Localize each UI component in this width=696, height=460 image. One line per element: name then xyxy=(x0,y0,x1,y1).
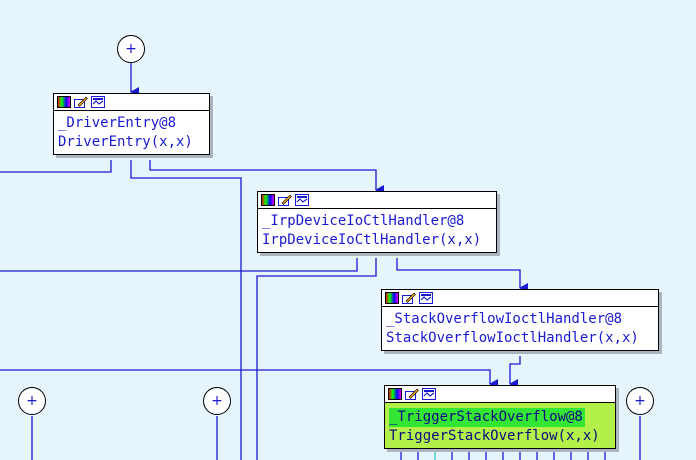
graph-view-icon[interactable] xyxy=(295,194,309,206)
edge-driverentry-irp xyxy=(149,160,384,195)
node-header xyxy=(385,386,615,403)
expand-node-button-left[interactable]: + xyxy=(18,387,46,415)
function-signature[interactable]: TriggerStackOverflow(x,x) xyxy=(389,427,611,446)
palette-icon[interactable] xyxy=(385,292,399,304)
plus-icon: + xyxy=(211,393,223,409)
node-header xyxy=(258,192,496,209)
function-node-trigger-stack-overflow[interactable]: _TriggerStackOverflow@8 TriggerStackOver… xyxy=(384,385,616,449)
edge-irp-left xyxy=(0,258,358,272)
function-name[interactable]: _IrpDeviceIoCtlHandler@8 xyxy=(262,212,492,231)
function-signature[interactable]: StackOverflowIoctlHandler(x,x) xyxy=(386,329,654,348)
function-signature[interactable]: IrpDeviceIoCtlHandler(x,x) xyxy=(262,231,492,250)
edge-irp-down xyxy=(256,258,377,460)
graph-view-icon[interactable] xyxy=(422,388,436,400)
edge-stack-trigger xyxy=(509,356,521,389)
function-node-irp-device-ioctl-handler[interactable]: _IrpDeviceIoCtlHandler@8 IrpDeviceIoCtlH… xyxy=(257,191,497,253)
node-header xyxy=(54,94,209,111)
function-node-stack-overflow-ioctl-handler[interactable]: _StackOverflowIoctlHandler@8 StackOverfl… xyxy=(381,289,659,351)
node-header xyxy=(382,290,658,307)
edge-irp-stack xyxy=(396,258,528,293)
edge-left-trigger xyxy=(0,369,498,389)
function-name[interactable]: _StackOverflowIoctlHandler@8 xyxy=(386,310,654,329)
edge-driverentry-down xyxy=(130,160,242,460)
function-name[interactable]: _DriverEntry@8 xyxy=(58,114,205,133)
function-node-driverentry[interactable]: _DriverEntry@8 DriverEntry(x,x) xyxy=(53,93,210,155)
function-signature[interactable]: DriverEntry(x,x) xyxy=(58,133,205,152)
plus-icon: + xyxy=(125,41,137,57)
expand-node-button-middle[interactable]: + xyxy=(203,387,231,415)
expand-node-button-right[interactable]: + xyxy=(626,387,654,415)
plus-icon: + xyxy=(26,393,38,409)
edit-icon[interactable] xyxy=(74,96,88,108)
palette-icon[interactable] xyxy=(261,194,275,206)
edit-icon[interactable] xyxy=(402,292,416,304)
palette-icon[interactable] xyxy=(57,96,71,108)
edit-icon[interactable] xyxy=(405,388,419,400)
graph-view-icon[interactable] xyxy=(419,292,433,304)
palette-icon[interactable] xyxy=(388,388,402,400)
edge-driverentry-left xyxy=(0,160,112,173)
function-name[interactable]: _TriggerStackOverflow@8 xyxy=(389,408,585,427)
expand-callers-button[interactable]: + xyxy=(117,35,145,63)
plus-icon: + xyxy=(634,393,646,409)
graph-view-icon[interactable] xyxy=(91,96,105,108)
edit-icon[interactable] xyxy=(278,194,292,206)
